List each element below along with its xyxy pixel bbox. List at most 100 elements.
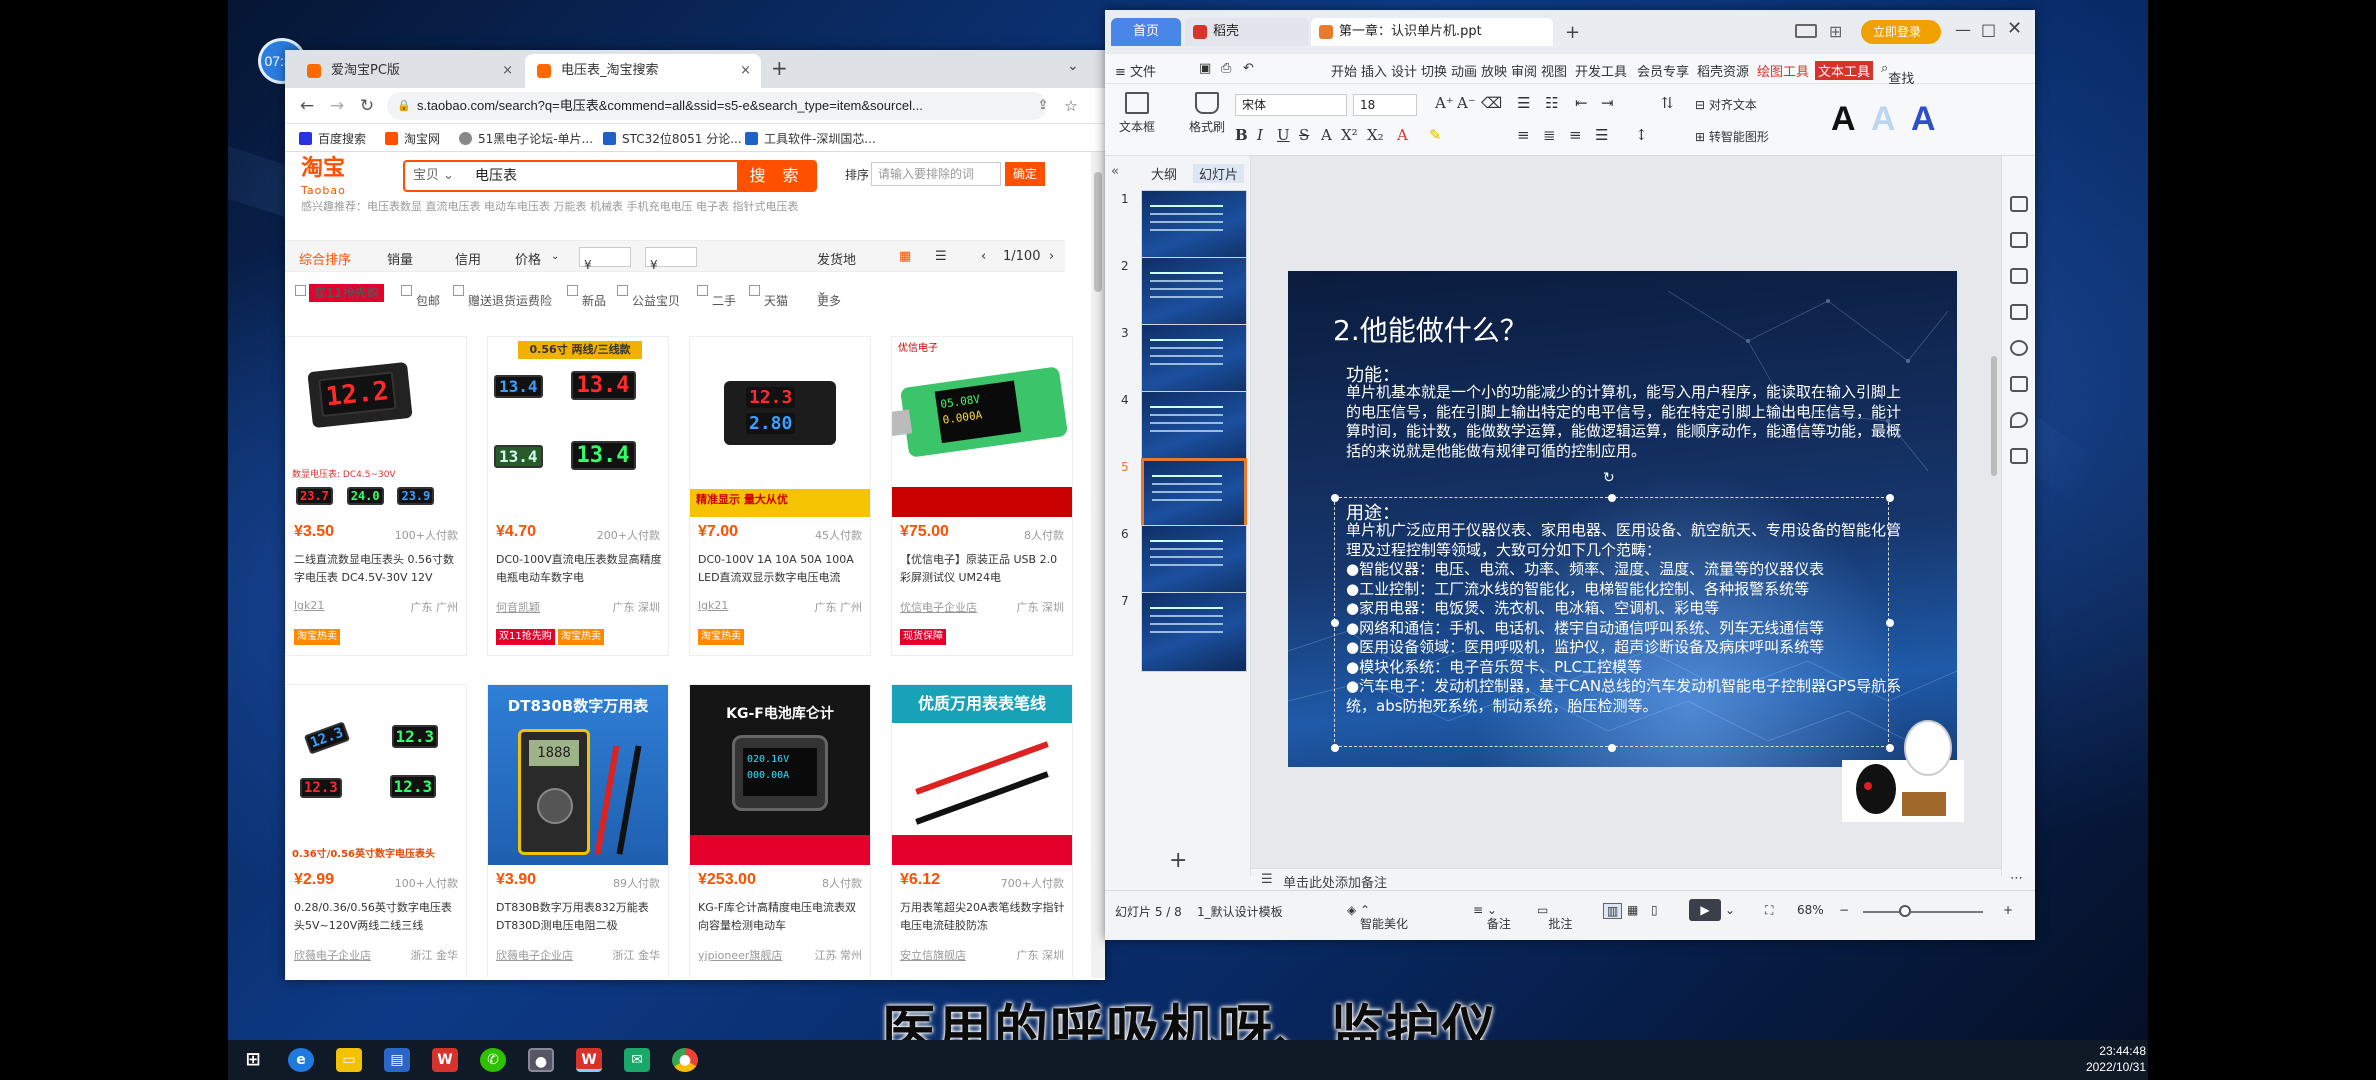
product-shop[interactable]: 欣薇电子企业店 bbox=[294, 947, 371, 963]
sort-credit[interactable]: 信用 bbox=[455, 249, 481, 268]
template-name[interactable]: 1_默认设计模板 bbox=[1197, 903, 1283, 920]
resize-handle[interactable] bbox=[1608, 744, 1616, 752]
filter-new[interactable]: 新品 bbox=[567, 284, 606, 308]
bookmark-tools[interactable]: 工具软件-深圳国芯... bbox=[745, 130, 876, 147]
store-icon[interactable]: ▤ bbox=[384, 1048, 410, 1072]
product-image[interactable]: KG-F电池库仑计 020.16V 000.00A bbox=[690, 685, 870, 865]
product-shop[interactable]: 何音凯颖 bbox=[496, 599, 540, 615]
product-image[interactable]: 12.2 数显电压表: DC4.5~30V 23.7 24.0 23.9 bbox=[286, 337, 466, 517]
indent-icon[interactable]: ⇤ bbox=[1575, 94, 1588, 112]
edge-icon[interactable]: e bbox=[288, 1048, 314, 1072]
zoom-out-icon[interactable]: − bbox=[1839, 903, 1849, 917]
slide-thumbnail[interactable] bbox=[1141, 592, 1247, 672]
search-icon[interactable]: ⌕ 查找 bbox=[1881, 61, 1914, 87]
smart-graphic-button[interactable]: ⊞ 转智能图形 bbox=[1695, 128, 1769, 145]
zoom-level[interactable]: 68% bbox=[1797, 903, 1824, 917]
bookmark-stc32[interactable]: STC32位8051 分论... bbox=[603, 130, 742, 147]
numbering-icon[interactable]: ☷ bbox=[1545, 94, 1558, 112]
close-icon[interactable]: × bbox=[740, 54, 751, 88]
resize-handle[interactable] bbox=[1331, 619, 1339, 627]
product-card[interactable]: 12.3 2.80 精准显示 量大从优 ¥7.00 45人付款 DC0-100V… bbox=[689, 336, 871, 656]
superscript-icon[interactable]: X² bbox=[1341, 126, 1358, 144]
price-max-input[interactable]: ¥ bbox=[645, 247, 697, 272]
double11-badge[interactable]: 双11抢先购 bbox=[309, 284, 384, 302]
zoom-thumb[interactable] bbox=[1899, 905, 1911, 917]
new-tab-button[interactable]: + bbox=[771, 56, 788, 80]
product-title[interactable]: KG-F库仑计高精度电压电流表双向容量检测电动车 bbox=[698, 899, 864, 935]
prev-page-icon[interactable]: ‹ bbox=[981, 249, 986, 264]
menu-start[interactable]: 开始 bbox=[1331, 61, 1357, 80]
filter-secondhand[interactable]: 二手 bbox=[697, 284, 736, 308]
wps-window-icon[interactable]: W bbox=[576, 1048, 602, 1072]
recorder-icon[interactable]: ● bbox=[528, 1048, 554, 1072]
product-card[interactable]: 12.3 12.3 12.3 12.3 0.36寸/0.56英寸数字电压表头 ¥… bbox=[285, 684, 467, 978]
fit-icon[interactable]: ⛶ bbox=[1765, 903, 1773, 918]
product-shop[interactable]: lgk21 bbox=[294, 599, 324, 612]
browser-tab-aitaobao[interactable]: 爱淘宝PC版 × bbox=[295, 54, 523, 88]
search-input[interactable]: 电压表 bbox=[475, 162, 517, 190]
print-icon[interactable]: ⎙ bbox=[1221, 61, 1231, 76]
font-family-select[interactable]: 宋体 bbox=[1235, 94, 1347, 116]
align-left-icon[interactable]: ≡ bbox=[1517, 126, 1530, 144]
product-title[interactable]: DC0-100V 1A 10A 50A 100A LED直流双显示数字电压电流 bbox=[698, 551, 864, 587]
product-title[interactable]: 二线直流数显电压表头 0.56寸数字电压表 DC4.5V-30V 12V bbox=[294, 551, 460, 587]
justify-icon[interactable]: ☰ bbox=[1595, 126, 1608, 144]
align-center-icon[interactable]: ≣ bbox=[1543, 126, 1556, 144]
save-icon[interactable]: ▣ bbox=[1199, 61, 1211, 76]
canvas-scrollbar[interactable] bbox=[1991, 356, 1997, 476]
product-card[interactable]: 0.56寸 两线/三线款 13.4 13.4 13.4 13.4 ¥4.70 200… bbox=[487, 336, 669, 656]
menu-devtools[interactable]: 开发工具 bbox=[1575, 61, 1627, 80]
book-icon[interactable] bbox=[2010, 448, 2028, 464]
smart-beautify-button[interactable]: ◈ 智能美化 ⌃ bbox=[1347, 903, 1408, 931]
back-icon[interactable]: ← bbox=[295, 94, 319, 118]
menu-file[interactable]: ≡ 文件 bbox=[1115, 61, 1156, 80]
sort-sales[interactable]: 销量 bbox=[387, 249, 413, 268]
scrollbar-thumb[interactable] bbox=[1094, 172, 1102, 292]
sort-price[interactable]: 价格 bbox=[515, 249, 541, 268]
reading-view-icon[interactable]: ▯ bbox=[1651, 903, 1658, 917]
clear-format-icon[interactable]: ⌫ bbox=[1481, 94, 1502, 112]
wechat-icon[interactable]: ✆ bbox=[480, 1048, 506, 1072]
current-slide[interactable]: 2.他能做什么？ 功能： 单片机基本就是一个小的功能减少的计算机，能写入用户程序… bbox=[1288, 271, 1957, 767]
resize-handle[interactable] bbox=[1608, 494, 1616, 502]
template-icon[interactable] bbox=[2010, 304, 2028, 320]
zoom-in-icon[interactable]: + bbox=[2003, 903, 2013, 917]
new-tab-button[interactable]: + bbox=[1565, 22, 1580, 43]
bold-icon[interactable]: B bbox=[1235, 126, 1248, 144]
product-card[interactable]: 优信电子 05.08V 0.000A ¥75.00 8人付款 【优信电子】原装正品… bbox=[891, 336, 1073, 656]
filter-charity[interactable]: 公益宝贝 bbox=[617, 284, 680, 308]
comment-button[interactable]: ▭ 批注 bbox=[1537, 903, 1572, 931]
text-style-blue-icon[interactable]: A bbox=[1911, 100, 1936, 139]
product-shop[interactable]: 欣薇电子企业店 bbox=[496, 947, 573, 963]
product-image[interactable]: 优信电子 05.08V 0.000A bbox=[892, 337, 1072, 517]
resize-handle[interactable] bbox=[1331, 744, 1339, 752]
tab-home[interactable]: 首页 bbox=[1111, 18, 1181, 46]
textbox-button[interactable]: 文本框 bbox=[1111, 92, 1163, 135]
product-title[interactable]: DT830B数字万用表832万能表DT830D测电压电阻二极 bbox=[496, 899, 662, 935]
wps-icon[interactable]: W bbox=[432, 1048, 458, 1072]
product-card[interactable]: DT830B数字万用表 1888 ¥3.90 89人付款 DT830B数字万用表… bbox=[487, 684, 669, 978]
menu-insert[interactable]: 插入 bbox=[1361, 61, 1387, 80]
bookmark-star-icon[interactable]: ☆ bbox=[1059, 94, 1083, 118]
underline-icon[interactable]: U bbox=[1277, 126, 1290, 144]
grid-icon[interactable]: ⊞ bbox=[1829, 22, 1842, 41]
exclude-input[interactable]: 请输入要排除的词 bbox=[871, 162, 1001, 186]
next-page-icon[interactable]: › bbox=[1049, 249, 1054, 264]
product-shop[interactable]: yjpioneer旗舰店 bbox=[698, 947, 782, 963]
menu-view[interactable]: 视图 bbox=[1541, 61, 1567, 80]
price-min-input[interactable]: ¥ bbox=[579, 247, 631, 272]
notes-toggle-button[interactable]: ≡ 备注 ⌄ bbox=[1473, 903, 1511, 931]
product-card[interactable]: 12.2 数显电压表: DC4.5~30V 23.7 24.0 23.9 ¥3.… bbox=[285, 336, 467, 656]
tab-dropdown-icon[interactable]: ⌄ bbox=[1067, 58, 1079, 74]
resize-handle[interactable] bbox=[1886, 494, 1894, 502]
bullets-icon[interactable]: ☰ bbox=[1517, 94, 1530, 112]
rotate-handle-icon[interactable]: ↻ bbox=[1603, 470, 1615, 486]
product-image[interactable]: DT830B数字万用表 1888 bbox=[488, 685, 668, 865]
menu-slideshow[interactable]: 放映 bbox=[1481, 61, 1507, 80]
taobao-logo[interactable]: 淘宝 Taobao bbox=[301, 158, 346, 202]
italic-icon[interactable]: I bbox=[1257, 126, 1263, 144]
notes-bar[interactable]: ☰ 单击此处添加备注 ⋯ bbox=[1251, 868, 2023, 891]
text-direction-icon[interactable]: ⇅ bbox=[1661, 94, 1674, 112]
mail-icon[interactable]: ✉ bbox=[624, 1048, 650, 1072]
sort-default[interactable]: 综合排序 bbox=[299, 249, 351, 268]
